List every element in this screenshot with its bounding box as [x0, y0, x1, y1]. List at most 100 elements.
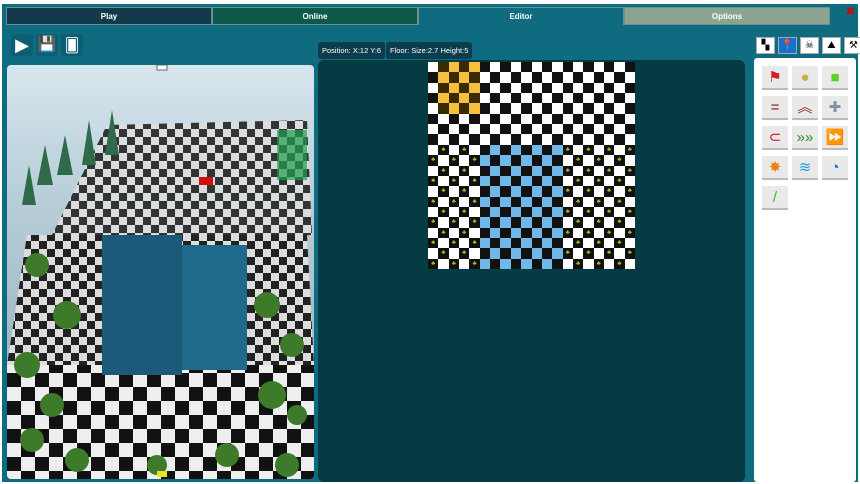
grid-cell[interactable] [542, 207, 552, 217]
grid-cell[interactable] [500, 207, 510, 217]
grid-cell[interactable] [583, 259, 593, 269]
grid-cell[interactable] [511, 186, 521, 196]
grid-cell[interactable]: ♣ [614, 155, 624, 165]
grid-cell[interactable] [573, 93, 583, 103]
grid-cell[interactable] [459, 83, 469, 93]
grid-cell[interactable] [542, 259, 552, 269]
grid-cell[interactable] [625, 217, 635, 227]
grid-cell[interactable] [594, 83, 604, 93]
grid-cell[interactable] [449, 124, 459, 134]
grid-cell[interactable] [480, 228, 490, 238]
grid-cell[interactable] [594, 93, 604, 103]
grid-cell[interactable] [542, 186, 552, 196]
grid-cell[interactable] [480, 155, 490, 165]
grid-cell[interactable] [438, 72, 448, 82]
grid-cell[interactable] [552, 93, 562, 103]
grid-cell[interactable] [469, 62, 479, 72]
grid-cell[interactable] [521, 186, 531, 196]
grid-cell[interactable] [511, 197, 521, 207]
grid-cell[interactable] [500, 62, 510, 72]
grid-cell[interactable] [614, 72, 624, 82]
tab-play[interactable]: Play [6, 7, 212, 25]
grid-cell[interactable] [542, 155, 552, 165]
grid-cell[interactable] [583, 197, 593, 207]
grid-cell[interactable] [604, 124, 614, 134]
grid-cell[interactable] [438, 259, 448, 269]
grid-cell[interactable] [438, 93, 448, 103]
grid-cell[interactable] [614, 248, 624, 258]
grid-cell[interactable] [532, 124, 542, 134]
grid-cell[interactable] [449, 145, 459, 155]
grid-cell[interactable] [604, 217, 614, 227]
grid-cell[interactable] [521, 166, 531, 176]
grid-cell[interactable] [594, 134, 604, 144]
grid-cell[interactable]: ♣ [594, 197, 604, 207]
vortex-icon[interactable]: ◔ [822, 156, 848, 180]
grid-cell[interactable] [500, 103, 510, 113]
grid-cell[interactable] [573, 114, 583, 124]
grid-cell[interactable] [500, 217, 510, 227]
grid-cell[interactable]: ♣ [625, 186, 635, 196]
grid-cell[interactable] [500, 248, 510, 258]
grid-cell[interactable] [480, 259, 490, 269]
grid-cell[interactable] [583, 176, 593, 186]
grid-cell[interactable] [459, 124, 469, 134]
grid-cell[interactable] [625, 62, 635, 72]
grid-cell[interactable]: ♣ [428, 176, 438, 186]
grid-cell[interactable] [511, 114, 521, 124]
grid-cell[interactable] [604, 103, 614, 113]
grid-cell[interactable] [614, 124, 624, 134]
grid-cell[interactable] [542, 93, 552, 103]
grid-cell[interactable]: ♣ [625, 166, 635, 176]
grid-cell[interactable] [459, 197, 469, 207]
grid-cell[interactable]: ♣ [469, 176, 479, 186]
grid-cell[interactable] [614, 93, 624, 103]
grid-cell[interactable]: ♣ [563, 186, 573, 196]
grid-cell[interactable] [469, 166, 479, 176]
grid-cell[interactable] [563, 114, 573, 124]
grid-cell[interactable] [532, 259, 542, 269]
grid-cell[interactable] [542, 72, 552, 82]
magnet-icon[interactable]: ⊂ [762, 126, 788, 150]
grid-cell[interactable] [542, 176, 552, 186]
grid-cell[interactable] [490, 259, 500, 269]
grid-cell[interactable] [563, 83, 573, 93]
grid-cell[interactable] [500, 93, 510, 103]
grid-cell[interactable] [459, 62, 469, 72]
grid-cell[interactable] [428, 93, 438, 103]
grid-cell[interactable] [614, 207, 624, 217]
grid-cell[interactable] [594, 248, 604, 258]
grid-cell[interactable]: ♣ [438, 248, 448, 258]
grid-cell[interactable]: ♣ [563, 248, 573, 258]
grid-cell[interactable] [573, 248, 583, 258]
grid-cell[interactable] [532, 83, 542, 93]
grid-cell[interactable] [500, 238, 510, 248]
grid-cell[interactable] [532, 176, 542, 186]
grid-cell[interactable] [490, 72, 500, 82]
grid-cell[interactable] [521, 228, 531, 238]
grid-cell[interactable]: ♣ [604, 248, 614, 258]
grid-cell[interactable] [449, 228, 459, 238]
grid-cell[interactable] [521, 238, 531, 248]
grid-cell[interactable]: ♣ [469, 259, 479, 269]
grid-cell[interactable] [500, 124, 510, 134]
close-icon[interactable]: ✖ [846, 5, 855, 18]
grid-cell[interactable] [552, 166, 562, 176]
grid-cell[interactable] [511, 248, 521, 258]
grid-cell[interactable] [542, 103, 552, 113]
grid-cell[interactable]: ♣ [614, 259, 624, 269]
grid-cell[interactable] [511, 103, 521, 113]
grid-cell[interactable] [552, 197, 562, 207]
grid-cell[interactable] [500, 197, 510, 207]
grid-cell[interactable] [532, 114, 542, 124]
grid-cell[interactable] [500, 228, 510, 238]
grid-cell[interactable] [625, 197, 635, 207]
grid-cell[interactable] [542, 248, 552, 258]
grid-cell[interactable] [625, 103, 635, 113]
grid-cell[interactable] [563, 176, 573, 186]
grid-cell[interactable]: ♣ [469, 238, 479, 248]
grid-cell[interactable] [490, 155, 500, 165]
grid-cell[interactable] [428, 228, 438, 238]
grid-cell[interactable]: ♣ [625, 145, 635, 155]
grid-cell[interactable] [490, 207, 500, 217]
